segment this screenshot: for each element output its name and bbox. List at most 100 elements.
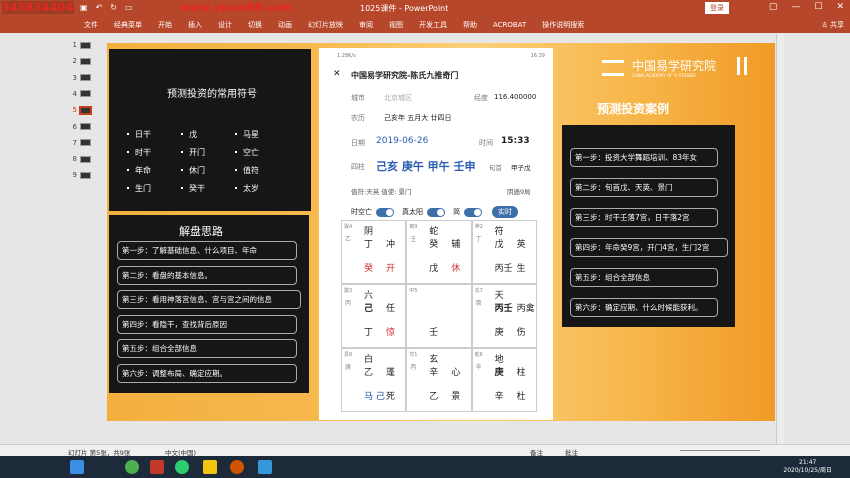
back-icon[interactable]: ✕ (333, 69, 359, 80)
bullet-dot (181, 133, 183, 135)
city-label: 城市 (351, 94, 365, 102)
status-bar: 幻灯片 第5张，共9张 中文(中国) 备注 批注 (0, 444, 850, 457)
ribbon-tab[interactable]: 审阅 (351, 20, 381, 30)
cases-title: 预测投资案例 (597, 102, 670, 116)
date-label: 日期 (351, 139, 365, 147)
solve-panel: 解盘思路 第一步：了解基础信息、什么项目、年命 第二步：看盘的基本信息。 第三步：看… (109, 215, 309, 393)
kongwang-toggle[interactable] (376, 207, 394, 217)
xun-label: 旬首 (489, 164, 502, 172)
slide-preview (79, 105, 92, 115)
windows-start-icon[interactable] (70, 460, 84, 474)
title-bar: 345834404 ▣ ↶ ↻ ▭ www.yixue88.com 1025课件… (0, 0, 850, 16)
palace-l2b: 辅 (451, 240, 461, 250)
ribbon-tab[interactable]: 文件 (76, 20, 106, 30)
clock-time: 21:47 (799, 459, 817, 466)
symbol-item: 开门 (189, 148, 205, 157)
slide-preview (80, 41, 91, 49)
symbol-item: 马星 (243, 130, 259, 139)
app-icon[interactable] (258, 460, 272, 474)
lunar-value: 己亥年 五月大 廿四日 (384, 114, 452, 122)
ribbon-tab[interactable]: ACROBAT (485, 21, 534, 29)
slide-preview (80, 139, 91, 147)
slide-preview (80, 74, 91, 82)
ribbon-display-icon[interactable]: ▢ (769, 2, 778, 12)
slide-thumb[interactable]: 1 (69, 38, 103, 52)
opt-kongwang-label: 时空亡 (351, 208, 372, 216)
folder-icon[interactable] (203, 460, 217, 474)
lng-value: 116.400000 (494, 93, 537, 101)
ribbon-tab[interactable]: 操作说明搜索 (534, 20, 592, 30)
ribbon-tab[interactable]: 开发工具 (411, 20, 455, 30)
case-step: 第六步：确定应期、什么时候能获利。 (570, 298, 718, 317)
palace-l3a: 庚 (494, 328, 504, 338)
sun-toggle[interactable] (427, 207, 445, 217)
slide-thumb[interactable]: 8 (69, 152, 103, 166)
palace-l2b: 柱 (516, 368, 526, 378)
pillar-value: 己亥 庚午 甲午 壬申 (376, 160, 476, 173)
palace-deity: 地 (494, 355, 504, 365)
slide-thumb[interactable]: 5 (69, 103, 103, 117)
close-icon[interactable]: ✕ (836, 2, 844, 12)
login-button[interactable]: 登录 (705, 2, 729, 14)
powerpoint-icon[interactable] (230, 460, 244, 474)
lng-label: 经度 (474, 94, 488, 102)
palace-l3b: 死 (386, 392, 396, 402)
ju-text: 阴遁9局 (507, 188, 531, 196)
date-value[interactable]: 2019-06-26 (376, 136, 428, 146)
ribbon-tab[interactable]: 开始 (150, 20, 180, 30)
symbol-item: 时干 (135, 148, 151, 157)
maximize-icon[interactable]: ☐ (814, 2, 822, 12)
save-icon[interactable]: ▣ (80, 3, 88, 12)
ribbon-tab[interactable]: 切换 (240, 20, 270, 30)
palace-l2b: 英 (516, 240, 526, 250)
symbols-title: 预测投资的常用符号 (167, 89, 257, 100)
opt-sun-label: 真太阳 (402, 208, 423, 216)
time-label: 时间 (479, 139, 493, 147)
minimize-icon[interactable]: — (791, 2, 800, 12)
case-step: 第一步：投资大学舞蹈培训、83年女 (570, 148, 718, 167)
time-value[interactable]: 15:33 (501, 136, 530, 146)
solve-step: 第五步：组合全部信息 (117, 339, 297, 358)
realtime-button[interactable]: 实时 (492, 206, 518, 218)
pdf-icon[interactable] (150, 460, 164, 474)
slide-thumb[interactable]: 4 (69, 87, 103, 101)
share-button[interactable]: ♙ 共享 (821, 20, 844, 30)
ribbon-tab[interactable]: 动画 (270, 20, 300, 30)
ribbon-tab[interactable]: 幻灯片放映 (300, 20, 351, 30)
zoom-slider[interactable] (680, 450, 760, 451)
undo-icon[interactable]: ↶ (96, 3, 103, 12)
palace-deity: 六 (364, 291, 374, 301)
browser-icon[interactable] (125, 460, 139, 474)
simple-toggle[interactable] (464, 207, 482, 217)
ribbon-tab[interactable]: 设计 (210, 20, 240, 30)
ribbon-tab[interactable]: 经典菜单 (106, 20, 150, 30)
palace-l3b: 杜 (516, 392, 526, 402)
redo-icon[interactable]: ↻ (110, 3, 117, 12)
xun-value: 甲子戊 (511, 164, 531, 172)
palace-l2a: 丙壬 (494, 304, 513, 314)
bullet-dot (127, 169, 129, 171)
bullet-dot (181, 151, 183, 153)
slide-preview (80, 155, 91, 163)
city-value[interactable]: 北京城区 (384, 93, 412, 103)
palace-deity: 符 (494, 227, 504, 237)
slide-thumb[interactable]: 3 (69, 71, 103, 85)
qimen-grid: 巽4 乙阴丁冲癸开离9 壬蛇癸辅戊休坤2 丁符戊英丙壬生震3 丙六己任丁惊中5 壬兑7 癸天… (341, 220, 537, 412)
palace-l3b: 休 (451, 264, 461, 274)
slide-thumb[interactable]: 2 (69, 54, 103, 68)
slide-thumb[interactable]: 9 (69, 168, 103, 182)
palace-pos: 巽4 (344, 224, 353, 230)
ribbon-tab[interactable]: 帮助 (455, 20, 485, 30)
ribbon-tab[interactable]: 视图 (381, 20, 411, 30)
bullet-dot (127, 187, 129, 189)
slide-thumb[interactable]: 6 (69, 120, 103, 134)
ribbon-tab[interactable]: 插入 (180, 20, 210, 30)
palace-l3a: 马 己 (364, 392, 385, 402)
wechat-icon[interactable] (175, 460, 189, 474)
present-icon[interactable]: ▭ (125, 3, 133, 12)
vertical-scrollbar[interactable] (776, 34, 784, 444)
solve-step: 第四步：看隐干，查找背后原因 (117, 314, 297, 334)
watermark-right: www.yixue88.com (180, 1, 293, 14)
options-row: 时空亡 真太阳 简 实时 (351, 206, 518, 218)
slide-thumb[interactable]: 7 (69, 136, 103, 150)
